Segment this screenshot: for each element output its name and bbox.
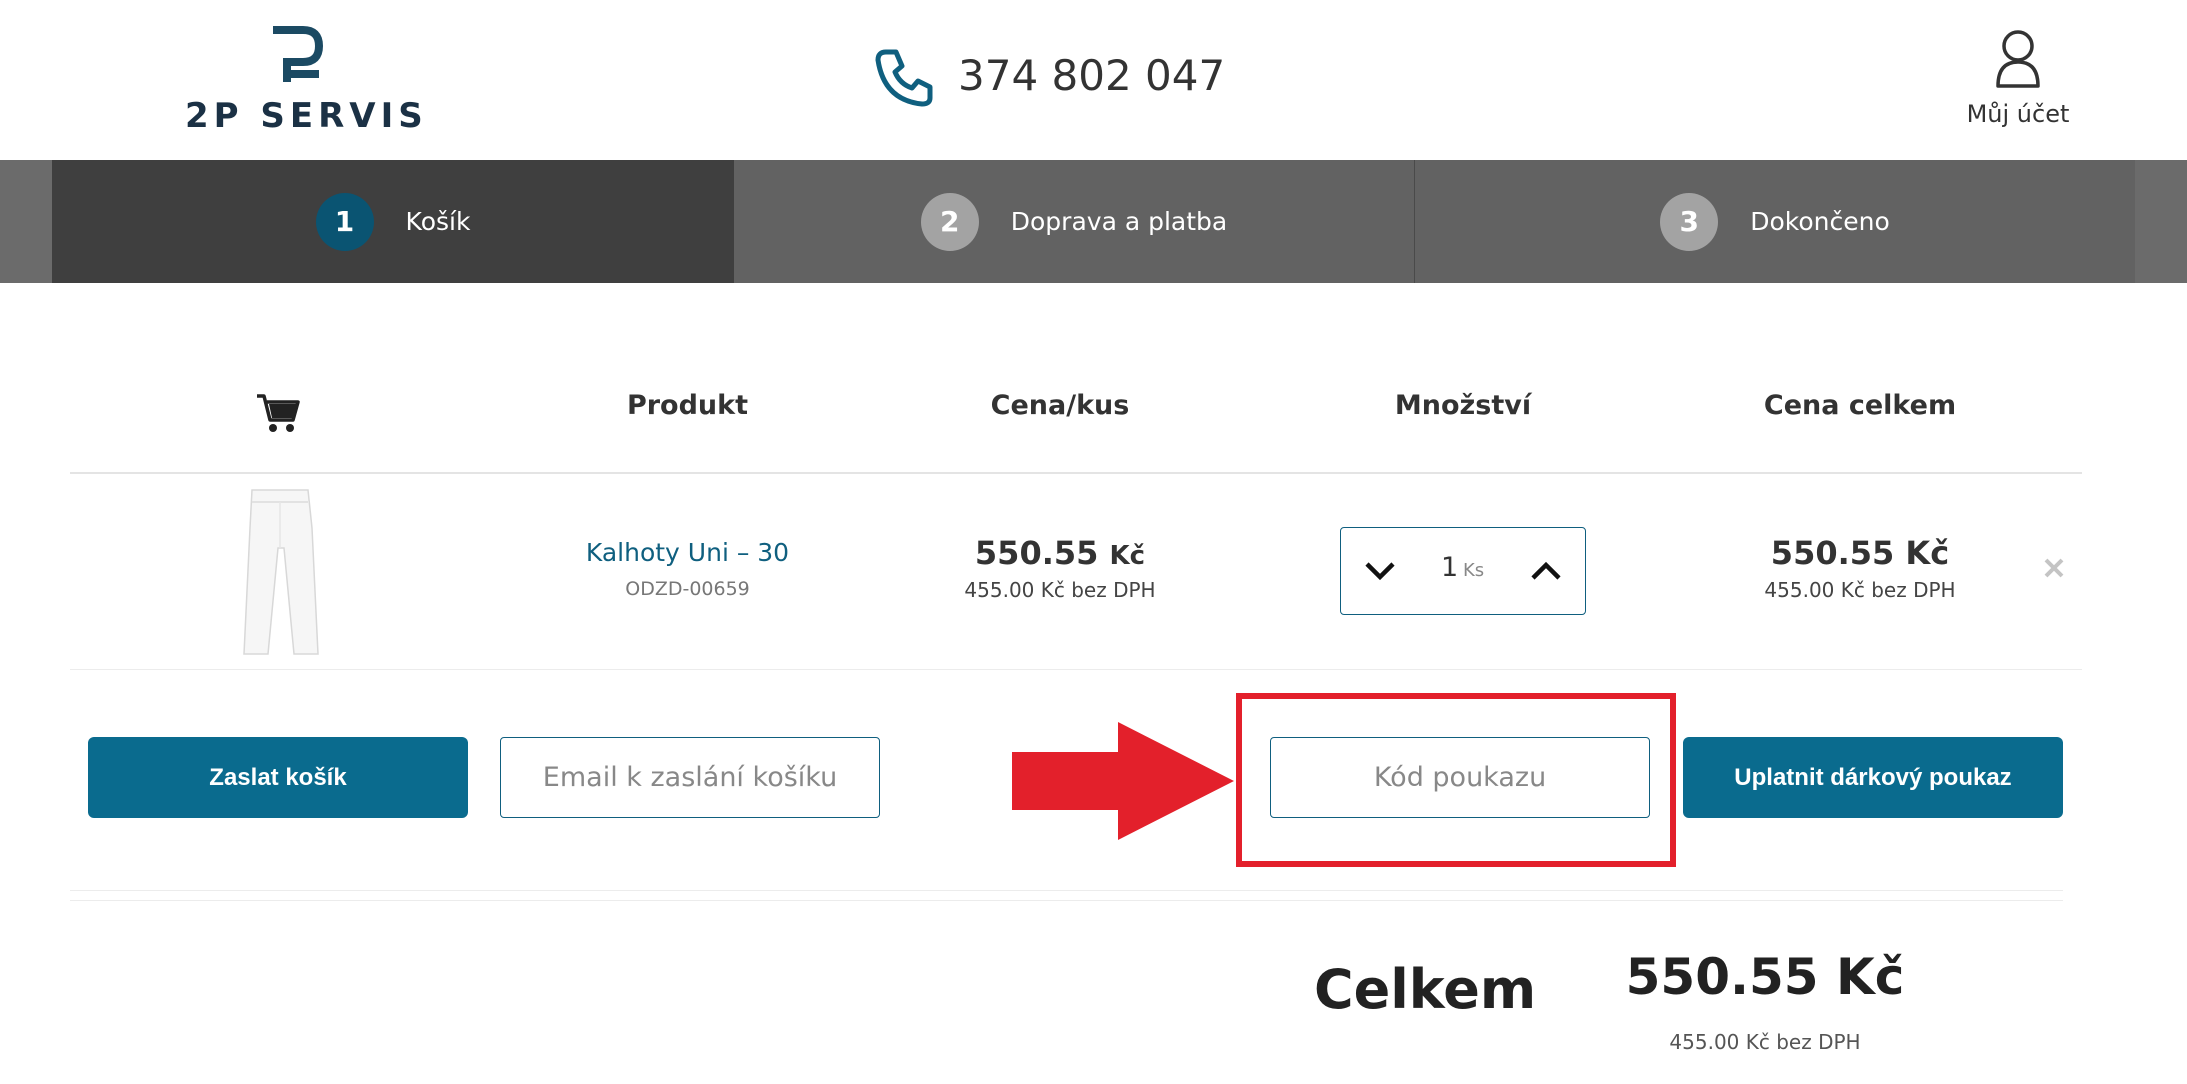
header-total-price: Cena celkem xyxy=(1763,390,1957,421)
send-cart-button[interactable]: Zaslat košík xyxy=(88,737,468,818)
step-label: Doprava a platba xyxy=(1010,207,1228,236)
unit-price-currency: Kč xyxy=(1109,541,1146,571)
step-number: 3 xyxy=(1660,192,1719,251)
product-name-link[interactable]: Kalhoty Uni – 30 xyxy=(560,538,815,567)
header-quantity: Množství xyxy=(1394,390,1532,421)
step-shipping-payment[interactable]: 2 Doprava a platba xyxy=(734,160,1415,283)
total-value: 550.55 Kč xyxy=(1625,948,1905,1006)
phone-icon xyxy=(875,49,933,107)
remove-icon[interactable] xyxy=(2041,555,2067,581)
voucher-code-input[interactable] xyxy=(1270,737,1650,818)
step-number: 2 xyxy=(920,192,979,251)
arrow-icon xyxy=(1012,722,1234,840)
step-label: Košík xyxy=(405,207,471,236)
quantity-unit: Ks xyxy=(1463,560,1485,581)
header-product: Produkt xyxy=(626,390,749,421)
unit-price-excl-vat: 455.00 Kč bez DPH xyxy=(964,578,1156,602)
product-image[interactable] xyxy=(238,488,323,656)
logo-text: 2P SERVIS xyxy=(185,96,428,136)
logo-mark-icon xyxy=(273,26,324,82)
product-code: ODZD-00659 xyxy=(625,578,750,600)
step-cart[interactable]: 1 Košík xyxy=(52,160,734,283)
step-label: Dokončeno xyxy=(1750,207,1890,236)
divider xyxy=(70,900,2063,901)
account-link[interactable]: Můj účet xyxy=(1950,100,2086,128)
divider xyxy=(70,890,2063,891)
step-finished[interactable]: 3 Dokončeno xyxy=(1415,160,2135,283)
unit-price: 550.55 Kč xyxy=(920,534,1200,572)
phone-number[interactable]: 374 802 047 xyxy=(958,44,1225,108)
quantity-value[interactable]: 1 xyxy=(1441,552,1458,583)
header-unit-price: Cena/kus xyxy=(990,390,1130,421)
row-total: 550.55 Kč xyxy=(1770,534,1950,572)
email-field[interactable] xyxy=(500,737,880,818)
total-excl-vat: 455.00 Kč bez DPH xyxy=(1669,1030,1861,1054)
apply-voucher-button[interactable]: Uplatnit dárkový poukaz xyxy=(1683,737,2063,818)
row-total-excl-vat: 455.00 Kč bez DPH xyxy=(1764,578,1956,602)
quantity-stepper: 1 Ks xyxy=(1340,527,1586,615)
chevron-up-icon[interactable] xyxy=(1521,546,1571,596)
step-number: 1 xyxy=(315,192,374,251)
user-icon[interactable] xyxy=(1992,28,2044,88)
cart-icon xyxy=(257,394,300,432)
divider xyxy=(70,472,2082,474)
chevron-down-icon[interactable] xyxy=(1355,546,1405,596)
divider xyxy=(70,669,2082,670)
unit-price-value: 550.55 xyxy=(974,534,1099,572)
logo[interactable]: 2P SERVIS xyxy=(185,26,423,136)
checkout-stepper: 1 Košík 2 Doprava a platba 3 Dokončeno xyxy=(0,160,2187,283)
total-label: Celkem xyxy=(1314,958,1537,1021)
